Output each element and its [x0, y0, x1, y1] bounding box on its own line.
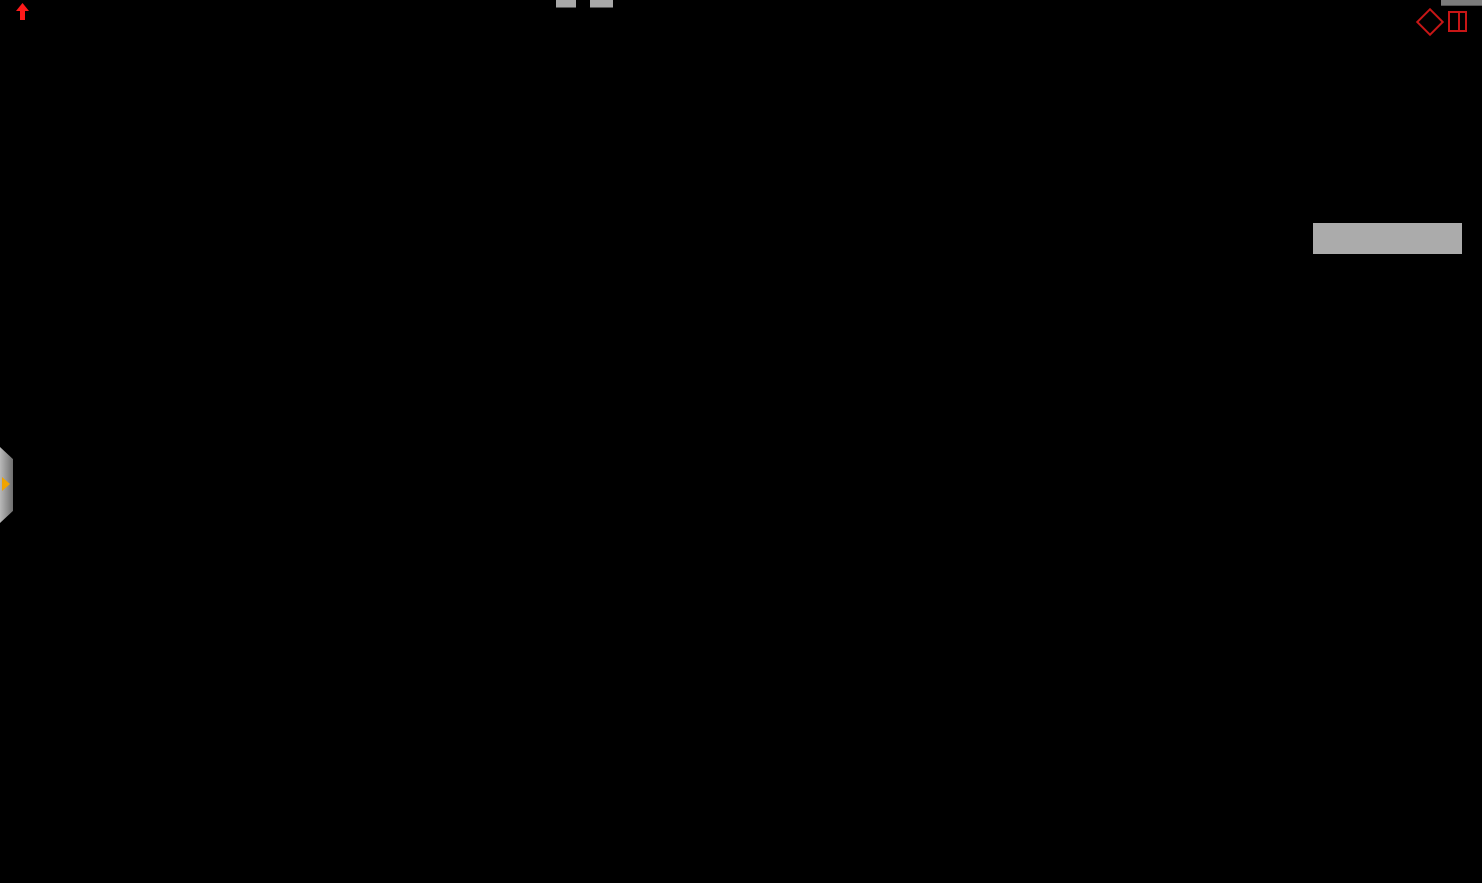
trading-terminal	[0, 0, 1482, 883]
window-controls	[1415, 7, 1467, 36]
sidebar-collapse-handle[interactable]	[0, 447, 13, 523]
price-range-highlight	[1313, 223, 1462, 254]
price-pane-header	[2, 3, 80, 21]
chart-canvas[interactable]	[0, 0, 1482, 883]
toolbar-fragment	[590, 0, 613, 8]
trend-up-icon	[16, 3, 29, 20]
expand-arrow-icon	[2, 477, 10, 491]
toolbar-fragment	[1441, 0, 1482, 6]
split-window-icon[interactable]	[1448, 11, 1467, 32]
toolbar-fragment	[556, 0, 576, 8]
diamond-icon[interactable]	[1415, 7, 1445, 36]
